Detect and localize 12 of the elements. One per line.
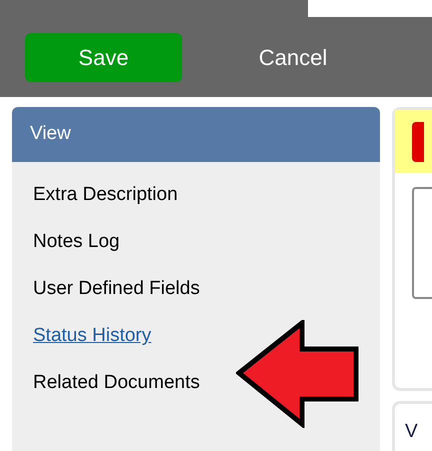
status-link[interactable]: Status History [33, 322, 152, 351]
cancel-button[interactable]: Cancel [182, 32, 404, 82]
view-menu-item[interactable]: Notes Log [33, 228, 120, 257]
view-menu-item[interactable]: User Defined Fields [33, 275, 200, 304]
arrow-icon [236, 320, 360, 428]
panel-title: View [30, 122, 71, 146]
view-menu-item[interactable]: Related Documents [33, 369, 200, 398]
save-button[interactable]: Save [25, 32, 182, 82]
view-menu-item[interactable]: Extra Description [33, 181, 178, 210]
warning-marker [412, 122, 424, 162]
text-area[interactable] [412, 187, 432, 299]
panel-heading: V [405, 421, 418, 442]
